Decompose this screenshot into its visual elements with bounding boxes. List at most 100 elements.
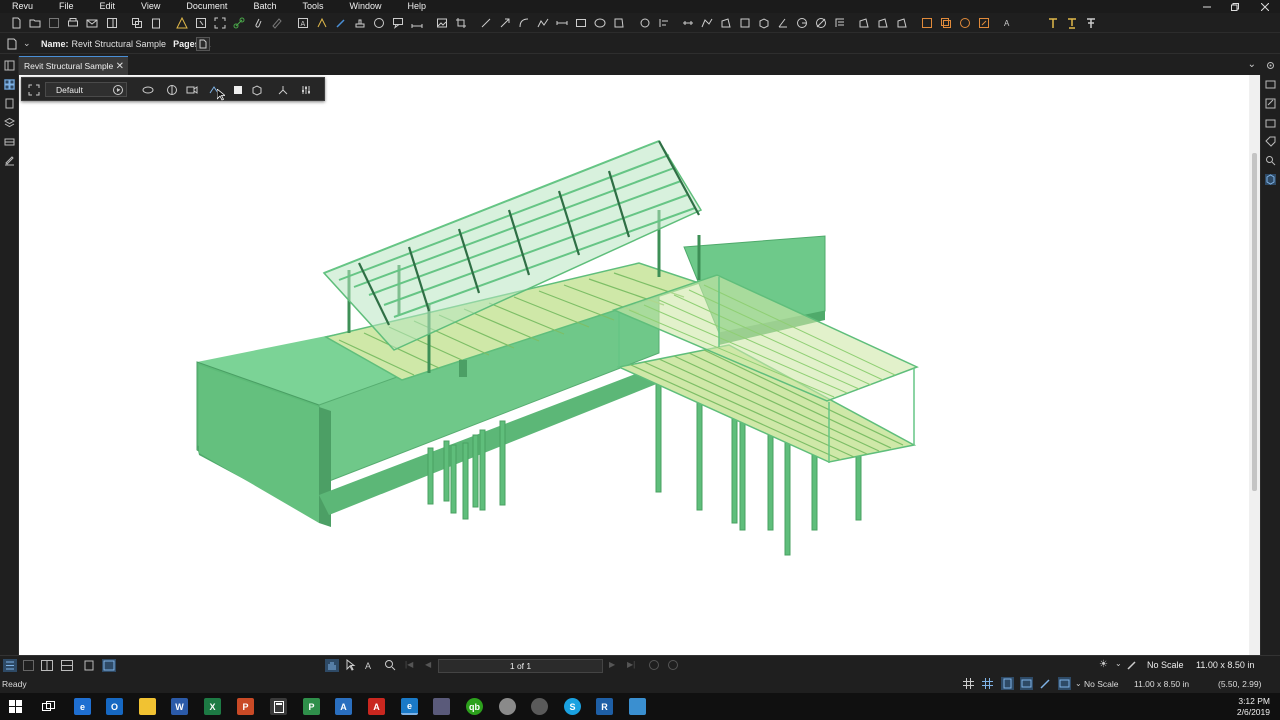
first-page-icon[interactable]: |◀: [405, 660, 413, 669]
polygon-icon[interactable]: [613, 17, 625, 29]
structural-model-3d[interactable]: [19, 75, 1249, 655]
explode-icon[interactable]: [277, 84, 289, 96]
measure-icon[interactable]: [556, 17, 568, 29]
tab-list-chevron-icon[interactable]: ⌄: [1248, 59, 1256, 70]
tool-chest-icon[interactable]: [1265, 117, 1276, 128]
print-icon[interactable]: [67, 17, 79, 29]
brightness-chevron-icon[interactable]: ⌄: [1115, 659, 1122, 668]
tag-icon[interactable]: [1265, 136, 1276, 147]
arc-icon[interactable]: [518, 17, 530, 29]
thumbnails-icon[interactable]: [4, 79, 15, 90]
render-solid-icon[interactable]: [232, 84, 244, 96]
vertical-scrollbar[interactable]: [1249, 75, 1260, 655]
rotate-icon[interactable]: [639, 17, 651, 29]
zoom-icon[interactable]: [384, 659, 396, 673]
calibrate-icon[interactable]: [1126, 659, 1138, 673]
warning-icon[interactable]: [176, 17, 188, 29]
previous-view-icon[interactable]: [648, 659, 660, 673]
polyline-icon[interactable]: [537, 17, 549, 29]
continuous-page-icon[interactable]: [61, 660, 73, 673]
single-page-icon[interactable]: [23, 660, 34, 671]
tab-close-icon[interactable]: ✕: [116, 61, 124, 72]
bookmarks-icon[interactable]: [4, 98, 15, 109]
hyperlink-icon[interactable]: [978, 17, 990, 29]
measure-perimeter-icon[interactable]: [739, 17, 751, 29]
new-document-icon[interactable]: [10, 17, 22, 29]
page-number-field[interactable]: 1 of 1: [438, 659, 603, 673]
next-view-icon[interactable]: [667, 659, 679, 673]
rectangle-icon[interactable]: [575, 17, 587, 29]
select-text-icon[interactable]: A: [365, 659, 375, 673]
eraser-icon[interactable]: [271, 17, 283, 29]
minimize-icon[interactable]: [1192, 0, 1222, 13]
sidebar-toggle-icon[interactable]: [4, 60, 15, 71]
textbox-icon[interactable]: A: [297, 17, 309, 29]
sync-icon[interactable]: [84, 660, 96, 673]
outlook-icon[interactable]: O: [106, 698, 123, 715]
3d-properties-icon[interactable]: [1265, 174, 1276, 185]
settings-gear-icon[interactable]: [1265, 60, 1276, 71]
shading-mode-icon[interactable]: [251, 84, 263, 96]
snap-to-content-icon[interactable]: [1001, 677, 1014, 690]
menu-window[interactable]: Window: [337, 0, 381, 13]
bluebeam-revu-icon[interactable]: e: [401, 698, 418, 715]
ellipse-icon[interactable]: [594, 17, 606, 29]
circle-shape-icon[interactable]: [373, 17, 385, 29]
chevron-down-icon[interactable]: ⌄: [23, 38, 31, 49]
layers-icon[interactable]: [4, 117, 15, 128]
close-icon[interactable]: [1250, 0, 1280, 13]
brightness-icon[interactable]: ☀: [1099, 659, 1108, 670]
speedometer-icon[interactable]: [531, 698, 548, 715]
select-pointer-icon[interactable]: [346, 658, 356, 673]
project-icon[interactable]: P: [303, 698, 320, 715]
text-strikeout-icon[interactable]: [1085, 17, 1097, 29]
link-icon[interactable]: [233, 17, 245, 29]
open-folder-icon[interactable]: [29, 17, 41, 29]
disc-icon[interactable]: [499, 698, 516, 715]
cutout-icon[interactable]: [921, 17, 933, 29]
image-icon[interactable]: [436, 17, 448, 29]
callout-icon[interactable]: [392, 17, 404, 29]
measure-radius-icon[interactable]: [796, 17, 808, 29]
revit-icon[interactable]: R: [596, 698, 613, 715]
email-icon[interactable]: [86, 17, 98, 29]
split-view-icon[interactable]: [102, 659, 116, 672]
menu-edit[interactable]: Edit: [88, 0, 116, 13]
snap-to-markup-icon[interactable]: [1020, 677, 1033, 690]
overlay-icon[interactable]: [940, 17, 952, 29]
measure-length-icon[interactable]: [682, 17, 694, 29]
measure-area-icon[interactable]: [720, 17, 732, 29]
teams-icon[interactable]: [433, 698, 450, 715]
pan-hand-icon[interactable]: [325, 659, 339, 672]
snapshot-icon[interactable]: [214, 17, 226, 29]
sync-chevron-icon[interactable]: ⌄: [1075, 679, 1082, 688]
arrow-icon[interactable]: [499, 17, 511, 29]
document-canvas[interactable]: [19, 75, 1249, 655]
navigation-mode-icon[interactable]: [142, 84, 154, 96]
section-plane-icon[interactable]: [166, 84, 178, 96]
grid-icon[interactable]: [963, 678, 974, 691]
quickbooks-icon[interactable]: qb: [466, 698, 483, 715]
windows-start-icon[interactable]: [7, 698, 24, 715]
count-icon[interactable]: [834, 17, 846, 29]
highlight-icon[interactable]: [316, 17, 328, 29]
model-tree-icon[interactable]: [4, 136, 15, 147]
file-explorer-icon[interactable]: [139, 698, 156, 715]
edge-icon[interactable]: e: [74, 698, 91, 715]
copy-icon[interactable]: [131, 17, 143, 29]
align-icon[interactable]: [658, 17, 670, 29]
view-settings-icon[interactable]: [300, 84, 312, 96]
text-underline-icon[interactable]: [1066, 17, 1078, 29]
attach-icon[interactable]: [252, 17, 264, 29]
next-page-icon[interactable]: ▶: [609, 660, 615, 669]
taskbar-clock[interactable]: 3:12 PM 2/6/2019: [1237, 696, 1270, 718]
play-animation-icon[interactable]: [112, 84, 124, 96]
pen-icon[interactable]: [335, 17, 347, 29]
camera-view-icon[interactable]: [186, 84, 198, 96]
search-icon[interactable]: [1265, 155, 1276, 166]
fit-view-icon[interactable]: [28, 84, 40, 96]
document-icon[interactable]: [6, 38, 18, 50]
font-a-icon[interactable]: A: [335, 698, 352, 715]
navisworks-icon[interactable]: [629, 698, 646, 715]
last-page-icon[interactable]: ▶|: [627, 660, 635, 669]
